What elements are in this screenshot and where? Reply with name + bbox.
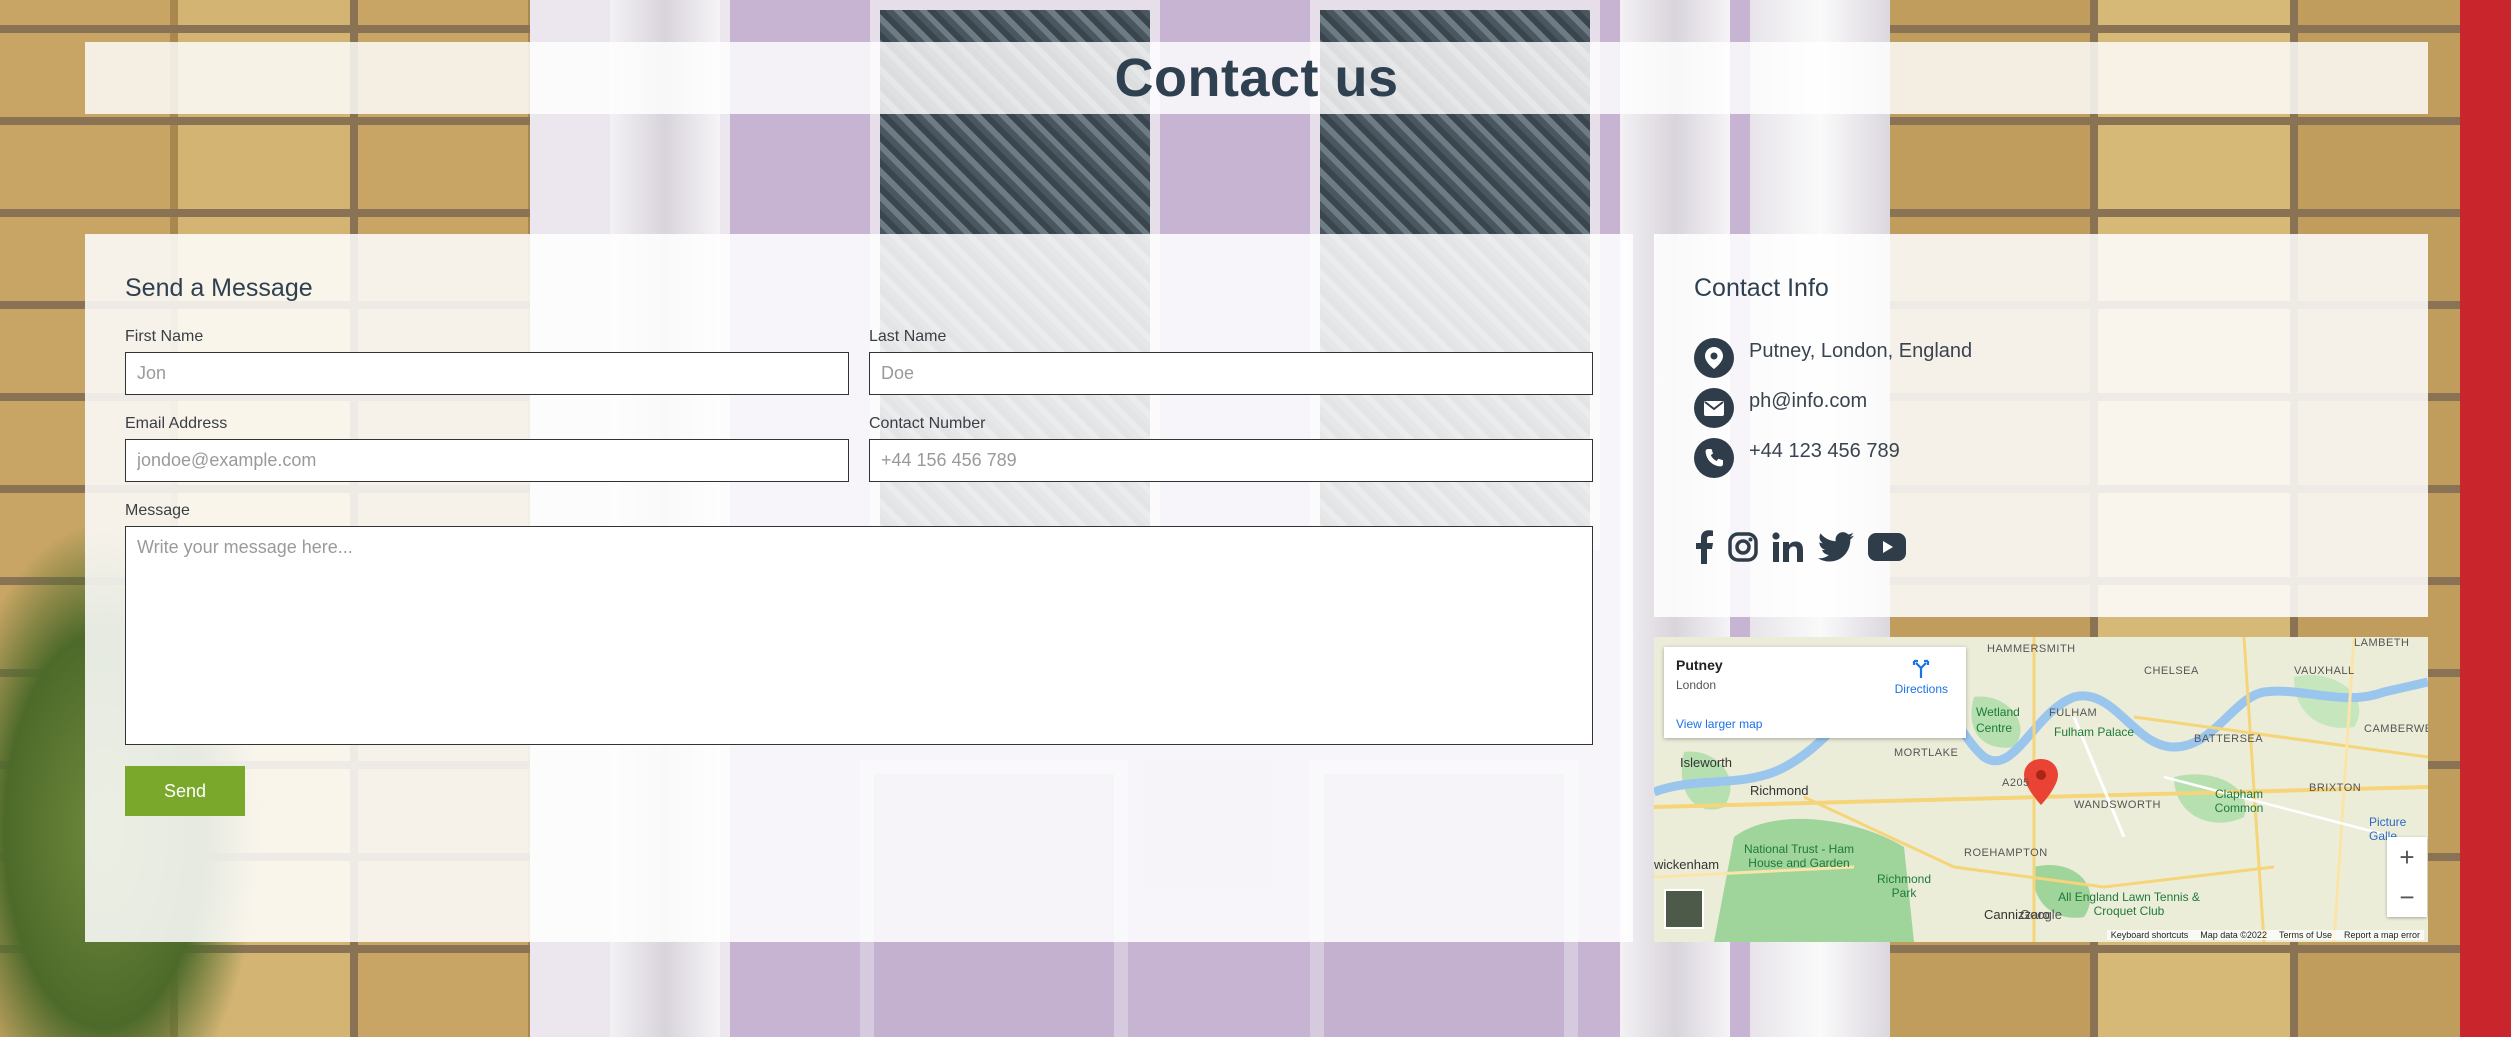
first-name-input[interactable] [125, 352, 849, 395]
map-label-national-trust: National Trust - Ham House and Garden [1743, 842, 1855, 870]
map-label-richmond-park: Richmond Park [1876, 872, 1932, 900]
map-label-richmond: Richmond [1750, 783, 1809, 798]
directions-button[interactable]: Directions [1895, 659, 1948, 696]
map-label-camberwell: CAMBERWEL [2364, 723, 2428, 735]
map-place-card: Putney London View larger map Directions [1664, 647, 1966, 738]
map-label-wandsworth: WANDSWORTH [2074, 799, 2161, 811]
directions-icon [1913, 659, 1930, 678]
map-label-isleworth: Isleworth [1680, 755, 1733, 770]
view-larger-map-link[interactable]: View larger map [1676, 717, 1762, 731]
map-label-road-a205: A205 [2002, 777, 2030, 789]
email-label: Email Address [125, 415, 228, 432]
last-name-label: Last Name [869, 328, 947, 345]
report-map-error-link[interactable]: Report a map error [2344, 930, 2420, 940]
keyboard-shortcuts-link[interactable]: Keyboard shortcuts [2111, 930, 2189, 940]
instagram-icon[interactable] [1728, 532, 1758, 562]
message-form-card: Send a Message First Name Last Name Emai… [85, 234, 1633, 942]
map-label-twickenham: wickenham [1654, 857, 1720, 872]
map-label-lambeth: LAMBETH [2354, 637, 2410, 649]
directions-label: Directions [1894, 682, 1948, 696]
linkedin-icon[interactable] [1772, 532, 1804, 562]
location-pin-icon [1694, 338, 1734, 378]
youtube-icon[interactable] [1868, 533, 1906, 561]
page-title: Contact us [1114, 48, 1399, 108]
map-google-logo: Google [2020, 907, 2062, 922]
map-label-brixton: BRIXTON [2309, 782, 2362, 794]
phone-icon [1694, 438, 1734, 478]
contact-email-text[interactable]: ph@info.com [1749, 388, 1867, 414]
terms-of-use-link[interactable]: Terms of Use [2279, 930, 2332, 940]
contact-address-text: Putney, London, England [1749, 340, 1973, 362]
send-button[interactable]: Send [125, 766, 245, 816]
map-label-all-england: All England Lawn Tennis & Croquet Club [2058, 890, 2200, 918]
message-label: Message [125, 502, 190, 519]
zoom-in-button[interactable]: + [2387, 837, 2427, 877]
map-label-vauxhall: VAUXHALL [2294, 665, 2355, 677]
map-label-clapham-common: Clapham Common [2214, 787, 2264, 815]
first-name-label: First Name [125, 328, 204, 345]
contact-number-label: Contact Number [869, 415, 986, 432]
envelope-icon [1694, 388, 1734, 428]
map-place-sub: London [1676, 678, 1717, 692]
map-data-credit: Map data ©2022 [2200, 930, 2267, 940]
red-door-frame [2460, 0, 2511, 1037]
map-label-chelsea: CHELSEA [2144, 665, 2199, 677]
map-place-name: Putney [1676, 657, 1723, 673]
page-title-bar: Contact us [85, 42, 2428, 114]
contact-address-row: Putney, London, England [1694, 338, 1972, 378]
map-label-mortlake: MORTLAKE [1894, 747, 1959, 759]
zoom-out-button[interactable]: − [2387, 877, 2427, 917]
map-satellite-toggle[interactable] [1664, 889, 1704, 929]
contact-phone-row: +44 123 456 789 [1694, 438, 1900, 478]
facebook-icon[interactable] [1694, 530, 1714, 564]
last-name-input[interactable] [869, 352, 1593, 395]
map-zoom-controls: + − [2387, 837, 2427, 917]
twitter-icon[interactable] [1818, 532, 1854, 562]
contact-email-row: ph@info.com [1694, 388, 1867, 428]
map-footer: Keyboard shortcuts Map data ©2022 Terms … [2106, 930, 2424, 940]
map-label-battersea: BATTERSEA [2194, 733, 2264, 745]
contact-phone-text[interactable]: +44 123 456 789 [1749, 438, 1900, 464]
contact-info-card: Contact Info Putney, London, England ph@… [1654, 234, 2428, 617]
map-label-fulham: FULHAM [2049, 707, 2098, 719]
social-links [1694, 530, 1906, 564]
contact-info-heading: Contact Info [1694, 274, 1829, 302]
map-label-centre: Centre [1976, 721, 2013, 735]
form-heading: Send a Message [125, 274, 313, 302]
embedded-map[interactable]: HAMMERSMITH CHELSEA LAMBETH VAUXHALL FUL… [1654, 637, 2428, 942]
email-input[interactable] [125, 439, 849, 482]
map-label-roehampton: ROEHAMPTON [1964, 847, 2048, 859]
contact-number-input[interactable] [869, 439, 1593, 482]
message-textarea[interactable] [125, 526, 1593, 745]
map-label-hammersmith: HAMMERSMITH [1987, 643, 2076, 655]
map-label-wetland: Wetland [1976, 705, 2020, 719]
map-label-fulham-palace: Fulham Palace [2054, 725, 2135, 739]
